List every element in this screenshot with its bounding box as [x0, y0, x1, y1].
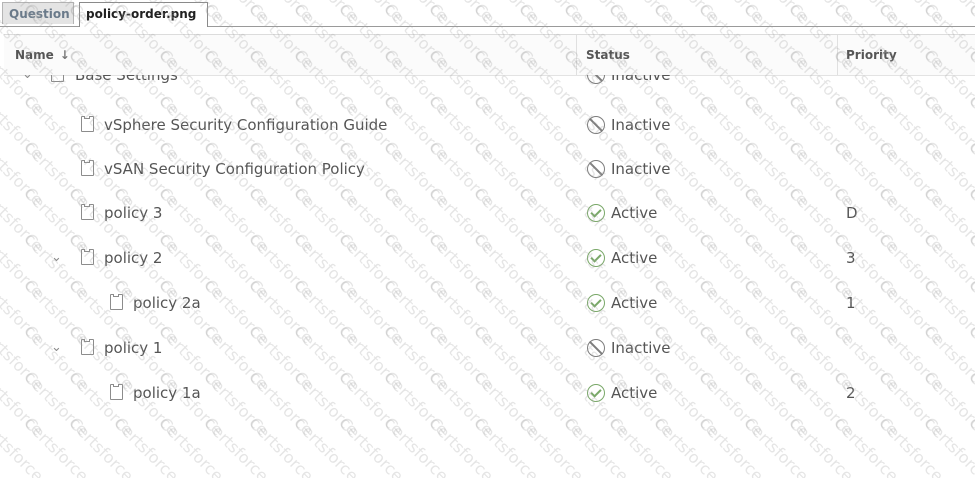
document-icon	[51, 75, 64, 82]
column-header-priority[interactable]: Priority	[846, 35, 897, 75]
inactive-status-icon	[587, 75, 605, 84]
document-icon	[81, 339, 94, 355]
active-status-icon	[587, 384, 605, 402]
tab-strip: Question policy-order.png	[0, 0, 975, 27]
document-icon	[81, 116, 94, 132]
row-status: Active	[611, 294, 658, 312]
document-icon	[81, 160, 94, 176]
table-row[interactable]: ⌄ policy 1 Inactive	[4, 326, 975, 370]
row-name: policy 1	[104, 339, 163, 357]
tab-question[interactable]: Question	[2, 2, 74, 24]
table-row[interactable]: policy 3 Active D	[4, 191, 975, 235]
row-name: vSAN Security Configuration Policy	[104, 160, 365, 178]
document-icon	[81, 204, 94, 220]
table-row[interactable]: vSphere Security Configuration Guide Ina…	[4, 103, 975, 147]
column-resize-handle[interactable]	[576, 35, 577, 75]
grid-body: ⌄ Base Settings Inactive vSphere Securit…	[4, 75, 975, 479]
table-row[interactable]: vSAN Security Configuration Policy Inact…	[4, 147, 975, 191]
row-name: policy 2a	[133, 294, 201, 312]
row-status: Inactive	[611, 160, 671, 178]
row-status: Active	[611, 384, 658, 402]
row-name: vSphere Security Configuration Guide	[104, 116, 388, 134]
inactive-status-icon	[587, 160, 605, 178]
active-status-icon	[587, 249, 605, 267]
column-header-name[interactable]: Name ↓	[15, 35, 70, 75]
row-priority: D	[846, 204, 858, 222]
chevron-down-icon[interactable]: ⌄	[51, 236, 62, 280]
row-name: policy 3	[104, 204, 163, 222]
row-name: policy 2	[104, 249, 163, 267]
table-row[interactable]: policy 2a Active 1	[4, 281, 975, 325]
row-priority: 3	[846, 249, 856, 267]
table-row[interactable]: ⌄ Base Settings Inactive	[4, 75, 975, 97]
active-status-icon	[587, 294, 605, 312]
chevron-down-icon[interactable]: ⌄	[51, 326, 62, 370]
row-status: Inactive	[611, 339, 671, 357]
inactive-status-icon	[587, 339, 605, 357]
table-row[interactable]: policy 1a Active 2	[4, 371, 975, 415]
column-resize-handle[interactable]	[837, 35, 838, 75]
row-priority: 1	[846, 294, 856, 312]
column-header-name-label: Name	[15, 48, 54, 62]
sort-descending-icon[interactable]: ↓	[60, 35, 70, 75]
inactive-status-icon	[587, 116, 605, 134]
policy-grid: Name ↓ Status Priority ⌄ Base Settings In…	[4, 34, 975, 479]
row-name: policy 1a	[133, 384, 201, 402]
table-row[interactable]: ⌄ policy 2 Active 3	[4, 236, 975, 280]
document-icon	[110, 294, 123, 310]
grid-header: Name ↓ Status Priority	[4, 35, 975, 76]
document-icon	[110, 384, 123, 400]
row-priority: 2	[846, 384, 856, 402]
row-status: Inactive	[611, 116, 671, 134]
tab-policy-order[interactable]: policy-order.png	[79, 2, 208, 27]
document-icon	[81, 249, 94, 265]
row-name: Base Settings	[75, 75, 178, 84]
row-status: Active	[611, 249, 658, 267]
row-status: Active	[611, 204, 658, 222]
row-status: Inactive	[611, 75, 671, 84]
active-status-icon	[587, 204, 605, 222]
chevron-down-icon[interactable]: ⌄	[22, 75, 33, 97]
column-header-status[interactable]: Status	[586, 35, 630, 75]
